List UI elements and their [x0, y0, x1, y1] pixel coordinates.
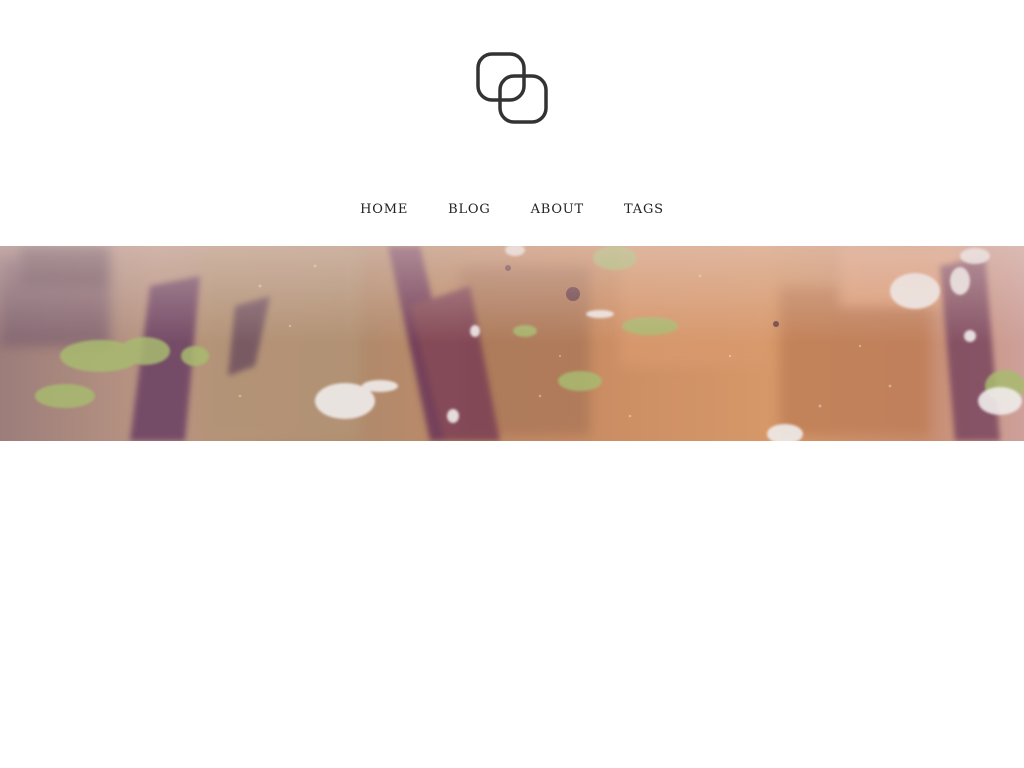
nav-tags-link[interactable]: TAGS: [624, 200, 664, 220]
main-nav: HOME BLOG ABOUT TAGS: [0, 200, 1024, 220]
nav-about-link[interactable]: ABOUT: [531, 200, 584, 220]
logo-icon[interactable]: [476, 52, 550, 126]
site-header: HOME BLOG ABOUT TAGS: [0, 0, 1024, 246]
abstract-painting-image: [0, 246, 1024, 441]
nav-blog-link[interactable]: BLOG: [448, 200, 490, 220]
page-content: [0, 441, 1024, 768]
hero-banner-image: [0, 246, 1024, 441]
nav-home-link[interactable]: HOME: [360, 200, 408, 220]
